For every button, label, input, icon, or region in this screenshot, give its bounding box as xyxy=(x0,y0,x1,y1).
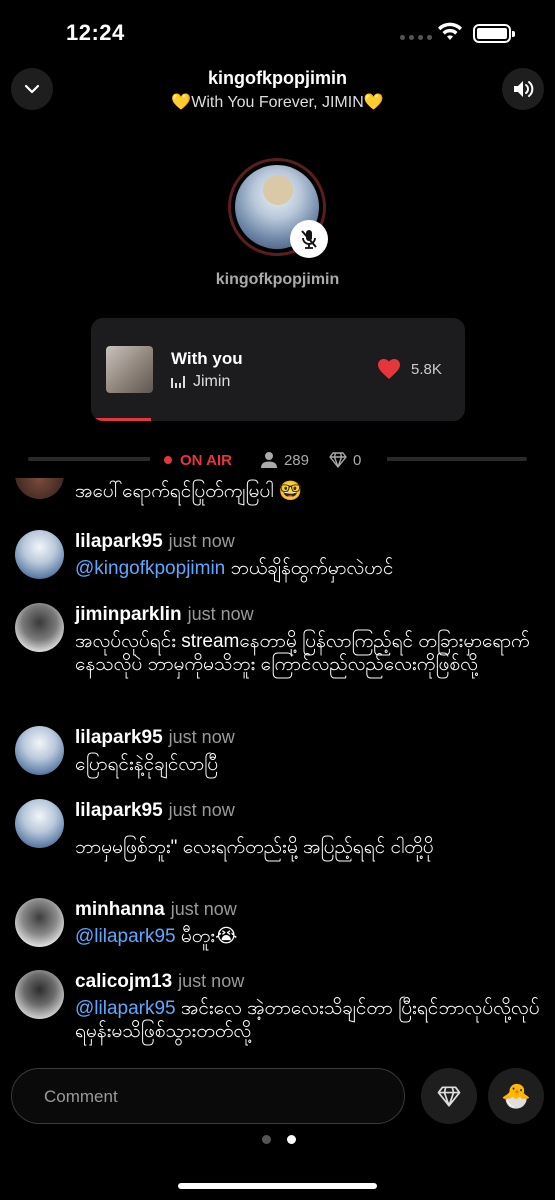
mention-link[interactable]: @lilapark95 xyxy=(75,998,176,1019)
broadcast-stats: ON AIR 289 0 xyxy=(150,446,388,474)
chat-username[interactable]: jiminparklin xyxy=(75,604,182,625)
host-name: kingofkpopjimin xyxy=(215,271,340,288)
chat-message-text: @kingofkpopjimin ဘယ်ချိန်ထွက်မှာလဲဟင် xyxy=(75,558,394,579)
battery-icon xyxy=(473,24,515,43)
chat-username[interactable]: lilapark95 xyxy=(75,531,163,552)
chat-username[interactable]: minhanna xyxy=(75,899,165,920)
status-bar: 12:24 xyxy=(0,0,555,60)
like-count: 5.8K xyxy=(411,361,442,378)
song-progress xyxy=(91,418,465,421)
page-dot[interactable] xyxy=(262,1135,271,1144)
chat-username[interactable]: lilapark95 xyxy=(75,800,163,821)
chat-message-header: calicojm13 just now xyxy=(75,971,244,993)
chat-timestamp: just now xyxy=(170,899,237,919)
song-progress-fill xyxy=(91,418,151,421)
chat-message-header: minhanna just now xyxy=(75,899,237,921)
album-art xyxy=(106,346,153,393)
chat-message-text: ပြောရင်းနဲ့ငိုချင်လာပြီ xyxy=(75,754,219,775)
mic-status-badge xyxy=(290,220,328,258)
live-dot-icon xyxy=(164,456,172,464)
chat-message-text: @lilapark95 အင်းလေ အဲ့တာလေးသိချင်တာ ပြီး… xyxy=(75,998,540,1042)
avatar[interactable] xyxy=(15,726,64,775)
status-time: 12:24 xyxy=(66,20,125,45)
chat-timestamp: just now xyxy=(178,971,245,991)
avatar[interactable] xyxy=(15,478,64,499)
now-playing-card[interactable]: With you Jimin 5.8K xyxy=(91,318,465,421)
song-artist: Jimin xyxy=(193,373,231,390)
sound-button[interactable] xyxy=(502,68,544,110)
on-air-label: ON AIR xyxy=(180,451,232,469)
home-indicator[interactable] xyxy=(178,1183,377,1189)
chat-timestamp: just now xyxy=(187,604,254,624)
chat-message-text: အပေါ်ရောက်ရင်ပြုတ်ကျမြပါ 🤓 xyxy=(75,481,303,502)
chat-message-text: ဘာမှမဖြစ်ဘူး" လေးရက်တည်းမို့ အပြည့်ရရင် … xyxy=(75,837,434,858)
avatar[interactable] xyxy=(15,898,64,947)
listener-count: 289 xyxy=(260,451,309,469)
mic-off-icon xyxy=(301,230,317,249)
chat-message-header: lilapark95 just now xyxy=(75,531,235,553)
signal-icon xyxy=(400,35,432,40)
chat-message-text: @lilapark95 မီတူး😭 xyxy=(75,926,238,947)
wifi-icon xyxy=(438,22,462,40)
avatar[interactable] xyxy=(15,603,64,652)
chat-message-text: အလုပ်လုပ်ရင်း streamနေတာမို့ ပြန်လာကြည့်… xyxy=(75,631,530,675)
hatching-chick-icon: 🐣 xyxy=(501,1082,531,1110)
page-indicator xyxy=(262,1135,296,1144)
comment-input[interactable]: Comment xyxy=(11,1068,405,1124)
send-gem-button[interactable] xyxy=(421,1068,477,1124)
avatar[interactable] xyxy=(15,799,64,848)
equalizer-icon xyxy=(171,376,185,388)
mention-link[interactable]: @lilapark95 xyxy=(75,926,176,947)
person-icon xyxy=(260,452,277,468)
room-title: kingofkpopjimin xyxy=(208,68,347,88)
song-title: With you xyxy=(171,349,243,368)
chat-timestamp: just now xyxy=(168,531,235,551)
comment-placeholder: Comment xyxy=(44,1087,118,1106)
mention-link[interactable]: @kingofkpopjimin xyxy=(75,558,225,579)
page-dot-active[interactable] xyxy=(287,1135,296,1144)
avatar[interactable] xyxy=(15,970,64,1019)
diamond-icon xyxy=(437,1085,461,1107)
chat-message-header: lilapark95 just now xyxy=(75,727,235,749)
chat-feed[interactable]: အပေါ်ရောက်ရင်ပြုတ်ကျမြပါ 🤓 lilapark95 jus… xyxy=(0,478,555,1058)
chat-message-header: jiminparklin just now xyxy=(75,604,254,626)
song-artist-row: Jimin xyxy=(171,373,230,391)
heart-icon[interactable] xyxy=(377,358,401,380)
chat-username[interactable]: calicojm13 xyxy=(75,971,172,992)
diamond-icon xyxy=(329,452,347,468)
gem-count: 0 xyxy=(329,452,361,469)
avatar[interactable] xyxy=(15,530,64,579)
room-subtitle: 💛With You Forever, JIMIN💛 xyxy=(171,94,384,111)
gift-button[interactable]: 🐣 xyxy=(488,1068,544,1124)
chat-timestamp: just now xyxy=(168,800,235,820)
chat-timestamp: just now xyxy=(168,727,235,747)
speaker-icon xyxy=(514,81,534,97)
chat-message-header: lilapark95 just now xyxy=(75,800,235,822)
chat-username[interactable]: lilapark95 xyxy=(75,727,163,748)
